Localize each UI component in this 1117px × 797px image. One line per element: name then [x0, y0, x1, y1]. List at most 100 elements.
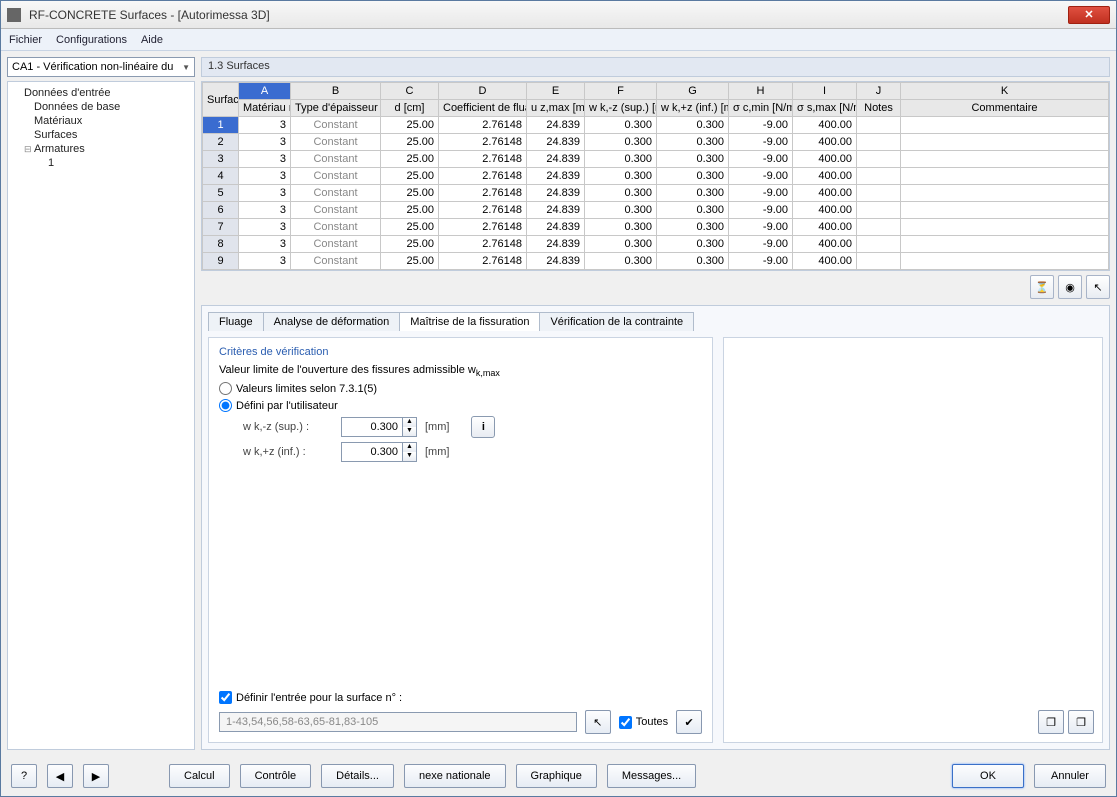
cell-notes[interactable]: [857, 151, 901, 168]
col-K[interactable]: K: [901, 83, 1109, 100]
cell-sigc[interactable]: -9.00: [729, 253, 793, 270]
apply-button[interactable]: ✔: [676, 710, 702, 734]
annexe-button[interactable]: nexe nationale: [404, 764, 506, 788]
cell-notes[interactable]: [857, 168, 901, 185]
cell-wkinf[interactable]: 0.300: [657, 185, 729, 202]
row-header[interactable]: 5: [203, 185, 239, 202]
cell-coef[interactable]: 2.76148: [439, 151, 527, 168]
filter-button[interactable]: ⏳: [1030, 275, 1054, 299]
cell-material[interactable]: 3: [239, 202, 291, 219]
cell-coef[interactable]: 2.76148: [439, 134, 527, 151]
cell-notes[interactable]: [857, 202, 901, 219]
cell-coef[interactable]: 2.76148: [439, 219, 527, 236]
cell-wkinf[interactable]: 0.300: [657, 151, 729, 168]
cell-wkinf[interactable]: 0.300: [657, 253, 729, 270]
tree-materiaux[interactable]: Matériaux: [8, 114, 194, 128]
table-row[interactable]: 53Constant25.002.7614824.8390.3000.300-9…: [203, 185, 1109, 202]
close-button[interactable]: ✕: [1068, 6, 1110, 24]
spin-down-icon[interactable]: ▼: [402, 452, 416, 461]
cell-d[interactable]: 25.00: [381, 117, 439, 134]
copy-button-2[interactable]: ❐: [1068, 710, 1094, 734]
cell-sigc[interactable]: -9.00: [729, 202, 793, 219]
cell-sigs[interactable]: 400.00: [793, 219, 857, 236]
cell-type[interactable]: Constant: [291, 151, 381, 168]
cell-type[interactable]: Constant: [291, 219, 381, 236]
table-row[interactable]: 93Constant25.002.7614824.8390.3000.300-9…: [203, 253, 1109, 270]
cell-notes[interactable]: [857, 185, 901, 202]
hdr-material[interactable]: Matériau n°: [239, 100, 291, 117]
cell-uz[interactable]: 24.839: [527, 168, 585, 185]
cell-type[interactable]: Constant: [291, 185, 381, 202]
tree-surfaces[interactable]: Surfaces: [8, 128, 194, 142]
cell-sigs[interactable]: 400.00: [793, 253, 857, 270]
cell-uz[interactable]: 24.839: [527, 202, 585, 219]
cell-material[interactable]: 3: [239, 185, 291, 202]
cell-wksup[interactable]: 0.300: [585, 117, 657, 134]
cell-notes[interactable]: [857, 117, 901, 134]
row-header[interactable]: 8: [203, 236, 239, 253]
cell-sigs[interactable]: 400.00: [793, 185, 857, 202]
cell-type[interactable]: Constant: [291, 134, 381, 151]
param-wksup-spinner[interactable]: ▲▼: [341, 417, 417, 437]
cell-sigs[interactable]: 400.00: [793, 236, 857, 253]
cell-uz[interactable]: 24.839: [527, 117, 585, 134]
cell-sigs[interactable]: 400.00: [793, 202, 857, 219]
cell-sigs[interactable]: 400.00: [793, 168, 857, 185]
spin-up-icon[interactable]: ▲: [402, 443, 416, 452]
pick-button[interactable]: ↖: [1086, 275, 1110, 299]
cell-type[interactable]: Constant: [291, 168, 381, 185]
cell-coef[interactable]: 2.76148: [439, 168, 527, 185]
cell-sigs[interactable]: 400.00: [793, 117, 857, 134]
cell-wksup[interactable]: 0.300: [585, 168, 657, 185]
case-combo[interactable]: CA1 - Vérification non-linéaire du: [7, 57, 195, 77]
define-entry-checkbox[interactable]: [219, 691, 232, 704]
table-row[interactable]: 73Constant25.002.7614824.8390.3000.300-9…: [203, 219, 1109, 236]
cell-comment[interactable]: [901, 151, 1109, 168]
cell-uz[interactable]: 24.839: [527, 134, 585, 151]
col-D[interactable]: D: [439, 83, 527, 100]
col-E[interactable]: E: [527, 83, 585, 100]
tree-armatures-1[interactable]: 1: [8, 156, 194, 170]
menu-help[interactable]: Aide: [141, 34, 163, 46]
calcul-button[interactable]: Calcul: [169, 764, 230, 788]
cell-wksup[interactable]: 0.300: [585, 134, 657, 151]
cell-wksup[interactable]: 0.300: [585, 185, 657, 202]
cell-wksup[interactable]: 0.300: [585, 219, 657, 236]
cell-material[interactable]: 3: [239, 219, 291, 236]
cell-sigs[interactable]: 400.00: [793, 151, 857, 168]
cell-wkinf[interactable]: 0.300: [657, 236, 729, 253]
cell-type[interactable]: Constant: [291, 117, 381, 134]
cell-comment[interactable]: [901, 236, 1109, 253]
cell-type[interactable]: Constant: [291, 236, 381, 253]
cell-comment[interactable]: [901, 185, 1109, 202]
cell-uz[interactable]: 24.839: [527, 219, 585, 236]
cell-wkinf[interactable]: 0.300: [657, 168, 729, 185]
cell-wkinf[interactable]: 0.300: [657, 134, 729, 151]
tree-armatures[interactable]: Armatures: [8, 142, 194, 156]
next-button[interactable]: ▶: [83, 764, 109, 788]
cell-d[interactable]: 25.00: [381, 219, 439, 236]
cell-material[interactable]: 3: [239, 134, 291, 151]
cell-wksup[interactable]: 0.300: [585, 236, 657, 253]
cell-sigc[interactable]: -9.00: [729, 185, 793, 202]
row-header[interactable]: 2: [203, 134, 239, 151]
tab-fluage[interactable]: Fluage: [208, 312, 264, 331]
cell-notes[interactable]: [857, 134, 901, 151]
cell-type[interactable]: Constant: [291, 253, 381, 270]
param-wkinf-spinner[interactable]: ▲▼: [341, 442, 417, 462]
cell-coef[interactable]: 2.76148: [439, 202, 527, 219]
cell-sigc[interactable]: -9.00: [729, 236, 793, 253]
hdr-d[interactable]: d [cm]: [381, 100, 439, 117]
hdr-coef[interactable]: Coefficient de fluage φ [-]: [439, 100, 527, 117]
cell-material[interactable]: 3: [239, 117, 291, 134]
col-F[interactable]: F: [585, 83, 657, 100]
col-surface[interactable]: Surface n°: [203, 83, 239, 117]
messages-button[interactable]: Messages...: [607, 764, 696, 788]
cell-d[interactable]: 25.00: [381, 134, 439, 151]
col-G[interactable]: G: [657, 83, 729, 100]
help-button[interactable]: ?: [11, 764, 37, 788]
row-header[interactable]: 4: [203, 168, 239, 185]
cell-coef[interactable]: 2.76148: [439, 236, 527, 253]
cell-material[interactable]: 3: [239, 236, 291, 253]
hdr-wkzi[interactable]: w k,+z (inf.) [mm]: [657, 100, 729, 117]
